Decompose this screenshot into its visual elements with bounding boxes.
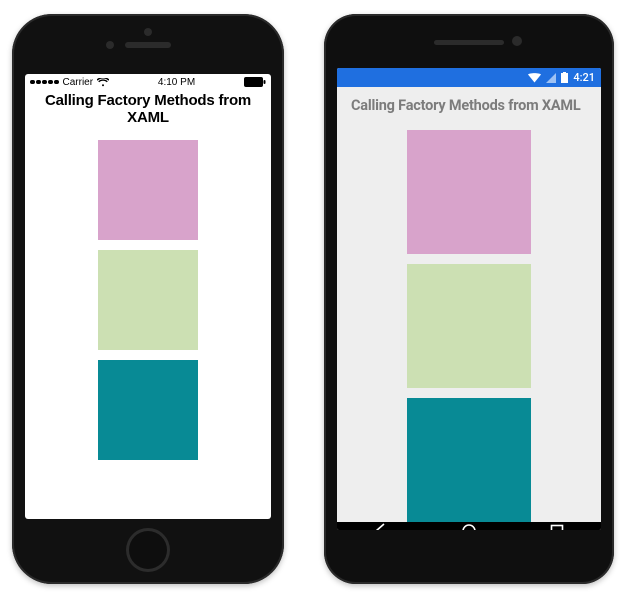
ios-status-bar: Carrier 4:10 PM — [25, 74, 271, 90]
color-swatch-b — [98, 250, 198, 350]
home-button[interactable] — [126, 528, 170, 572]
cell-icon — [546, 68, 556, 87]
iphone-sensor — [144, 28, 152, 36]
signal-icon — [30, 80, 59, 85]
nexus-device-frame: 4:21 Calling Factory Methods from XAML — [324, 14, 614, 584]
page-title: Calling Factory Methods from XAML — [25, 90, 271, 130]
carrier-label: Carrier — [63, 77, 94, 88]
battery-icon — [244, 77, 266, 87]
iphone-camera — [106, 41, 114, 49]
android-nav-bar — [337, 522, 601, 530]
color-swatch-c — [98, 360, 198, 460]
android-status-bar: 4:21 — [337, 68, 601, 87]
iphone-speaker — [125, 42, 171, 48]
page-title: Calling Factory Methods from XAML — [337, 87, 601, 120]
wifi-icon — [528, 68, 541, 87]
nexus-speaker — [434, 40, 504, 45]
nexus-camera — [512, 36, 522, 46]
iphone-device-frame: Carrier 4:10 PM Calling Factory Methods … — [12, 14, 284, 584]
home-button[interactable] — [460, 522, 478, 530]
color-swatch-b — [407, 264, 531, 388]
nexus-screen: 4:21 Calling Factory Methods from XAML — [337, 68, 601, 530]
recents-button[interactable] — [548, 522, 566, 530]
color-swatch-a — [407, 130, 531, 254]
ios-content — [25, 130, 271, 519]
iphone-screen: Carrier 4:10 PM Calling Factory Methods … — [25, 74, 271, 519]
wifi-icon — [97, 78, 109, 87]
color-swatch-c — [407, 398, 531, 522]
clock-label: 4:10 PM — [158, 77, 195, 88]
color-swatch-a — [98, 140, 198, 240]
back-button[interactable] — [372, 522, 390, 530]
android-content — [337, 120, 601, 522]
battery-icon — [561, 68, 568, 87]
clock-label: 4:21 — [573, 71, 595, 84]
